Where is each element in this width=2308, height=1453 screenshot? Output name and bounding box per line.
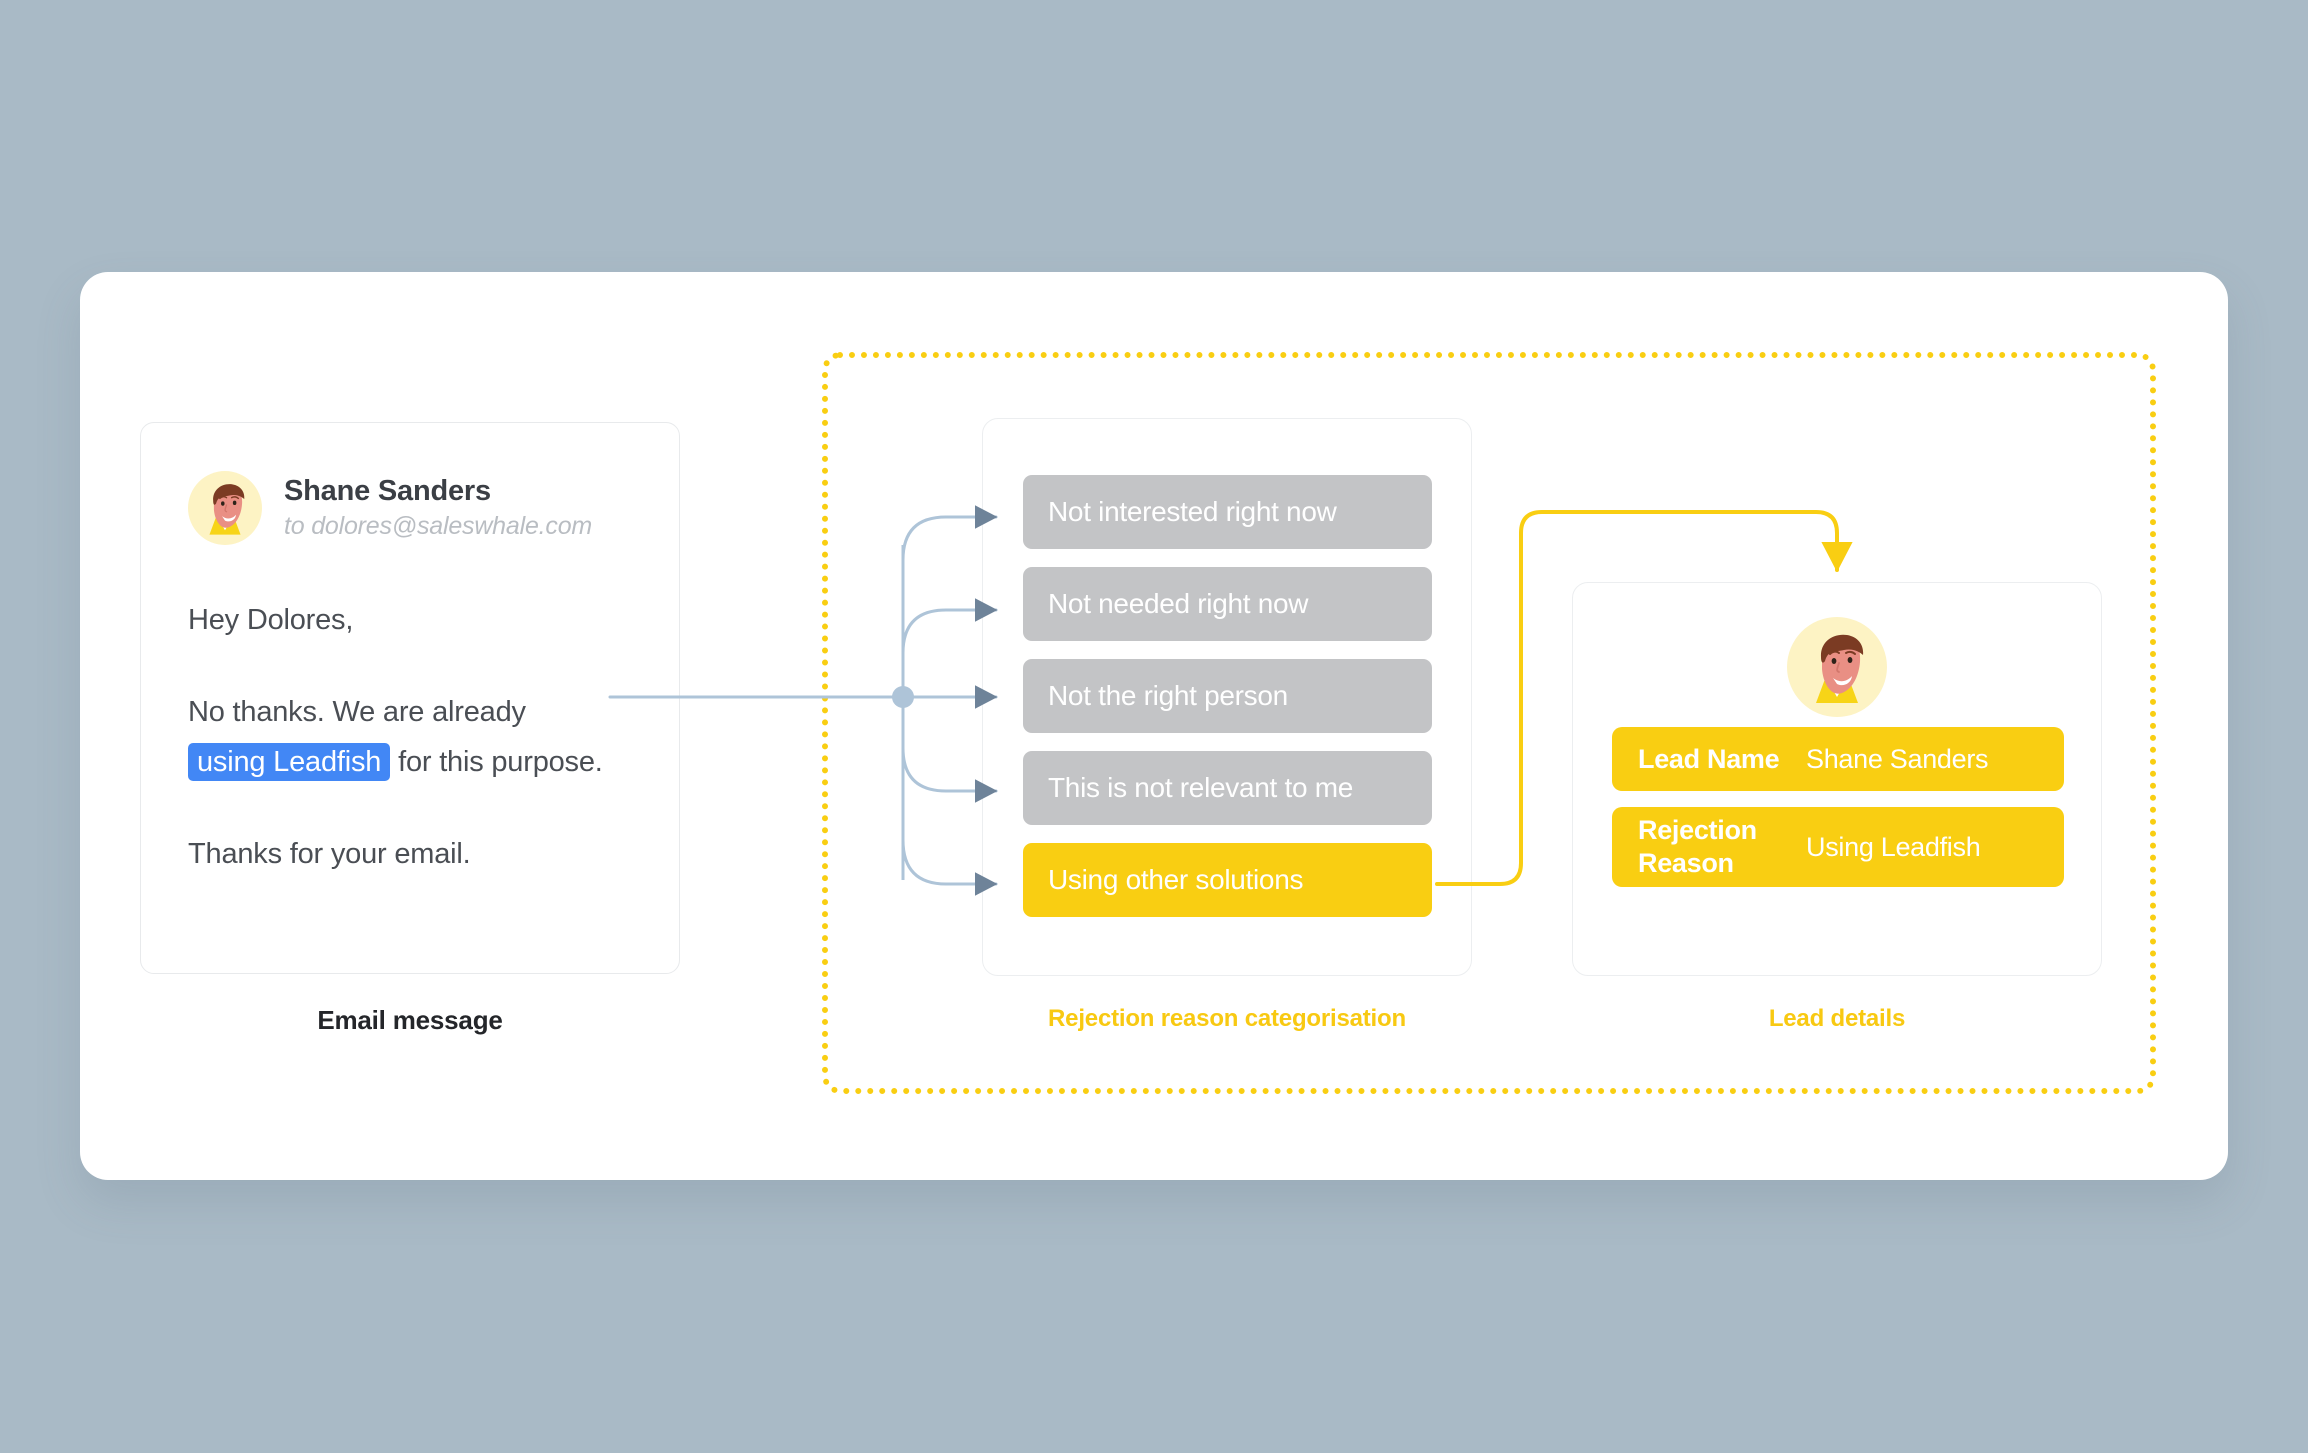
lead-details-caption: Lead details — [1768, 1005, 1906, 1032]
rejection-reason-label: Rejection Reason — [1638, 815, 1757, 878]
email-text-before: No thanks. We are already — [188, 696, 526, 728]
shane-sanders-avatar — [188, 471, 262, 545]
email-body: Hey Dolores, No thanks. We are already u… — [188, 595, 608, 879]
lead-name-label: Lead Name — [1638, 743, 1780, 774]
lead-detail-row: Lead Name Shane Sanders — [1612, 727, 2064, 791]
lead-detail-rows: Lead Name Shane Sanders Rejection Reason… — [1612, 727, 2064, 887]
categorisation-caption: Rejection reason categorisation — [1048, 1005, 1406, 1032]
highlighted-phrase: using Leadfish — [188, 743, 391, 781]
email-closing: Thanks for your email. — [188, 838, 471, 870]
email-greeting: Hey Dolores, — [188, 604, 354, 636]
email-paragraph-main: No thanks. We are already using Leadfish… — [188, 687, 608, 787]
email-header: Shane Sanders to dolores@saleswhale.com — [188, 471, 592, 545]
rejection-option[interactable]: This is not relevant to me — [1023, 751, 1432, 825]
rejection-option[interactable]: Not needed right now — [1023, 567, 1432, 641]
rejection-reason-list: Not interested right now Not needed righ… — [1023, 475, 1432, 917]
lead-detail-row: Rejection Reason Using Leadfish — [1612, 807, 2064, 887]
sender-info: Shane Sanders to dolores@saleswhale.com — [284, 475, 592, 541]
email-text-after: for this purpose. — [390, 746, 603, 778]
rejection-option[interactable]: Not interested right now — [1023, 475, 1432, 549]
lead-name-value: Shane Sanders — [1806, 743, 1989, 774]
email-message-caption: Email message — [317, 1005, 503, 1035]
sender-name: Shane Sanders — [284, 475, 491, 507]
recipient-line: to dolores@saleswhale.com — [284, 512, 593, 540]
shane-sanders-avatar-large — [1787, 617, 1887, 717]
rejection-reason-value: Using Leadfish — [1806, 831, 1981, 862]
rejection-option[interactable]: Not the right person — [1023, 659, 1432, 733]
email-message-card: Shane Sanders to dolores@saleswhale.com … — [140, 422, 680, 974]
screenshot-stage: Shane Sanders to dolores@saleswhale.com … — [0, 0, 2308, 1453]
rejection-option-selected[interactable]: Using other solutions — [1023, 843, 1432, 917]
